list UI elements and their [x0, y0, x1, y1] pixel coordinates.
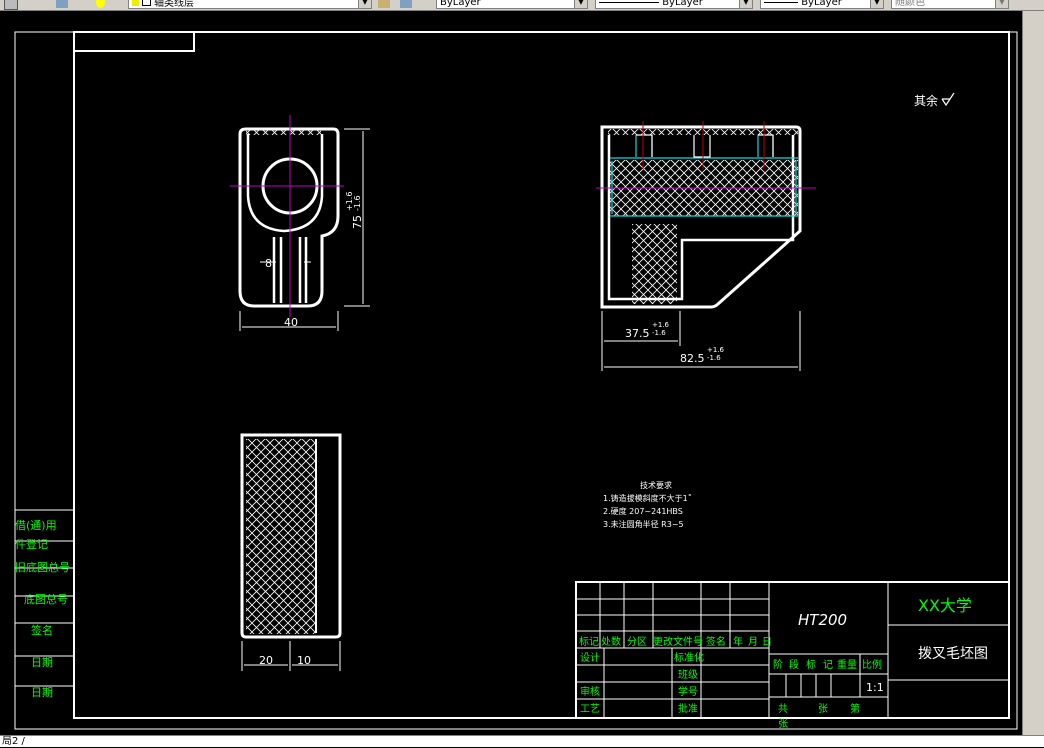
command-line[interactable]: 局2 / [0, 735, 1044, 747]
side-label-3: 底图总号 [24, 592, 68, 606]
corner-label-box [73, 31, 195, 52]
dim-20: 20 [259, 654, 273, 667]
dim-82-5-tol-minus: -1.6 [707, 354, 721, 362]
sign-left-1: 审核 [580, 685, 600, 698]
dim-37-5-tol-plus: +1.6 [652, 321, 670, 329]
tech-requirements: 技术要求 1.铸造拔模斜度不大于1˚ 2.硬度 207~241HBS 3.未注圆… [603, 480, 692, 529]
rev-header-7: 日 [762, 637, 772, 648]
sign-mid-2: 学号 [678, 685, 698, 698]
side-holes [636, 134, 774, 158]
sign-mid-0: 标准化 [674, 651, 704, 664]
rev-header-2: 分区 [627, 636, 647, 648]
rev-header-1: 处数 [601, 635, 621, 648]
dim-75-tol-minus: -1.6 [353, 195, 362, 211]
dim-37-5: 37.5 [625, 327, 650, 340]
side-label-2: 旧底图总号 [15, 560, 70, 574]
side-label-4: 签名 [31, 623, 53, 637]
layer-color-icon [142, 0, 151, 6]
side-label-0: 借(通)用 [15, 519, 57, 532]
front-view: 8 40 75 +1.6 -1.6 [230, 115, 370, 331]
sign-mid-3: 批准 [678, 702, 698, 715]
side-hatch-lower [632, 224, 677, 304]
bottom-hatch [246, 439, 316, 634]
layer-state-icon[interactable] [56, 0, 68, 8]
stage-header-5: 比例 [862, 658, 882, 671]
dim-10: 10 [297, 654, 311, 667]
surface-finish-note: 其余 [914, 93, 938, 108]
side-view-outline [600, 125, 802, 309]
side-label-5: 日期 [31, 656, 53, 669]
linetype-combo[interactable]: ByLayer ▼ [595, 0, 753, 9]
layer-name: 轴类线层 [154, 0, 194, 9]
rev-header-6: 月 [748, 636, 758, 648]
rev-header-0: 标记 [579, 636, 599, 648]
stage-header-3: 记 [823, 659, 833, 671]
make-current-layer-icon[interactable] [378, 0, 390, 8]
org-text: XX大学 [918, 596, 972, 615]
dim-8: 8 [265, 257, 272, 270]
stage-header-1: 段 [789, 658, 799, 671]
rev-header-4: 签名 [706, 635, 726, 648]
sheet-text-2: 第 [850, 702, 860, 715]
tech-req-title: 技术要求 [640, 480, 672, 490]
stage-header-4: 重量 [837, 658, 857, 671]
inner-frame [73, 31, 1010, 719]
side-label-1: 件登记 [15, 537, 48, 551]
linetype-value: ByLayer [662, 0, 703, 8]
chevron-down-icon[interactable]: ▼ [739, 0, 752, 8]
layer-manager-icon[interactable] [4, 0, 18, 10]
chevron-down-icon[interactable]: ▼ [574, 0, 587, 8]
lineweight-sample [764, 1, 798, 3]
dim-82-5-tol-plus: +1.6 [707, 346, 725, 354]
linetype-sample [599, 1, 659, 3]
drawing-name-text: 拨叉毛坯图 [918, 646, 988, 662]
color-value: ByLayer [440, 0, 481, 8]
stage-header-2: 标 [806, 659, 816, 671]
chevron-down-icon[interactable]: ▼ [995, 0, 1008, 8]
side-view: 37.5 +1.6 -1.6 82.5 +1.6 -1.6 [596, 121, 816, 371]
stage-header-0: 阶 [773, 658, 783, 671]
color-combo[interactable]: ByLayer ▼ [436, 0, 588, 9]
tech-req-item-1: 1.铸造拔模斜度不大于1˚ [603, 493, 692, 503]
plotstyle-value: 随颜色 [895, 0, 925, 8]
surface-finish-icon [941, 92, 955, 107]
rev-header-3: 更改文件号 [653, 635, 703, 648]
lineweight-combo[interactable]: ByLayer ▼ [760, 0, 884, 9]
tech-req-item-3: 3.未注圆角半径 R3~5 [603, 519, 684, 529]
dim-82-5: 82.5 [680, 352, 705, 365]
side-register-table: 借(通)用 件登记 旧底图总号 底图总号 签名 日期 日期 [15, 509, 74, 699]
side-label-6: 日期 [31, 686, 53, 699]
vertical-scrollbar[interactable] [1022, 11, 1044, 735]
sheet-text-1: 张 [818, 703, 828, 715]
sign-left-0: 设计 [580, 651, 600, 664]
material-text: HT200 [798, 611, 847, 629]
tech-req-item-2: 2.硬度 207~241HBS [603, 506, 683, 516]
lineweight-value: ByLayer [801, 0, 842, 8]
layer-previous-icon[interactable] [400, 0, 412, 8]
dim-lines-bottom [241, 641, 341, 671]
layer-lock-icon [132, 0, 139, 6]
plotstyle-combo[interactable]: 随颜色 ▼ [891, 0, 1009, 9]
chevron-down-icon[interactable]: ▼ [870, 0, 883, 8]
title-block: HT200 XX大学 拨叉毛坯图 标记 处数 分区 更改文件号 签名 年 月 日… [575, 581, 1010, 730]
chevron-down-icon[interactable]: ▼ [358, 0, 371, 8]
sheet-text-3: 张 [778, 718, 788, 730]
drawing-canvas[interactable]: 其余 8 40 75 +1.6 -1.6 37.5 +1.6 -1.6 82.5… [0, 11, 1022, 735]
dim-75: 75 [351, 215, 364, 229]
rev-header-5: 年 [733, 635, 743, 648]
dim-40: 40 [284, 316, 298, 329]
layer-combo[interactable]: 轴类线层 ▼ [128, 0, 372, 9]
toolbar: 轴类线层 ▼ ByLayer ▼ ByLayer ▼ ByLayer ▼ 随颜色… [0, 0, 1044, 11]
bottom-view: 20 10 [240, 433, 342, 671]
dim-37-5-tol-minus: -1.6 [652, 329, 666, 337]
sheet-text-0: 共 [778, 703, 788, 715]
scale-text: 1:1 [866, 681, 884, 694]
lightbulb-icon[interactable] [96, 0, 105, 8]
front-view-inner [246, 134, 324, 233]
outer-border [14, 31, 1018, 730]
front-view-hatch [246, 129, 321, 135]
command-text: 局2 / [2, 736, 25, 747]
sign-mid-1: 班级 [678, 669, 698, 681]
sign-left-2: 工艺 [580, 703, 600, 715]
